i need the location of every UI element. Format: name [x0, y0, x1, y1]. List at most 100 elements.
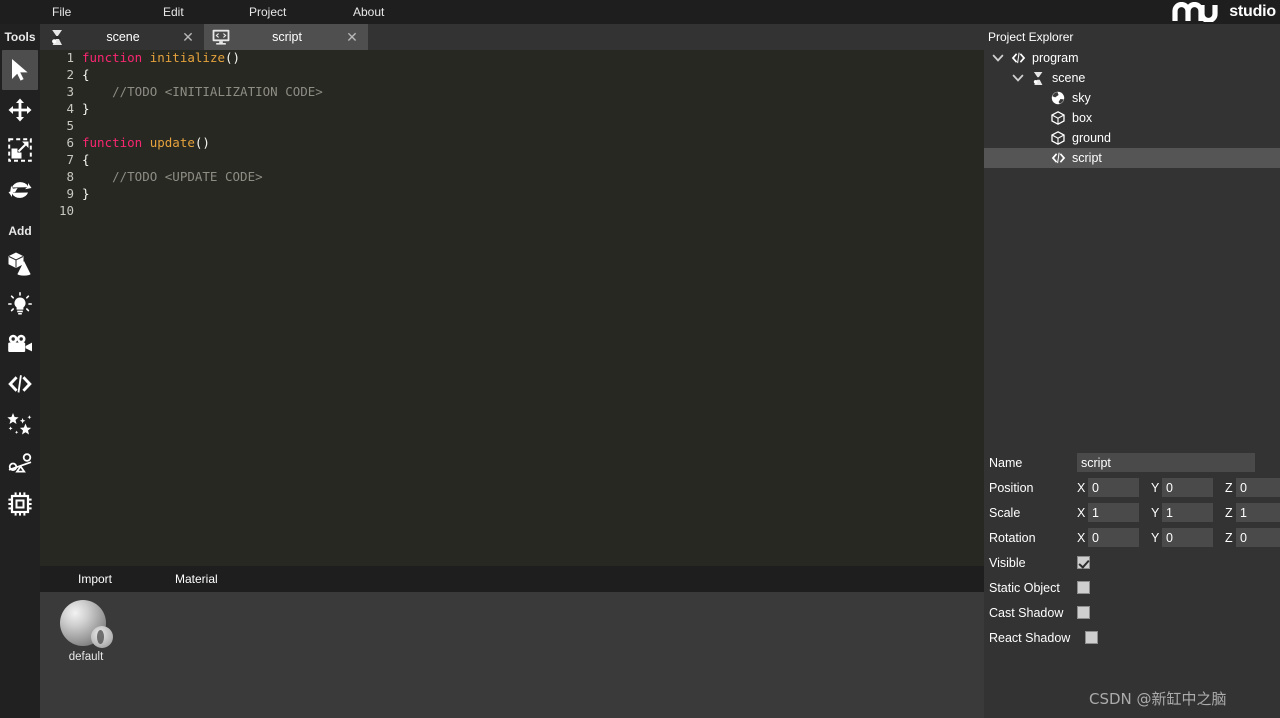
app-logo: studio	[1172, 0, 1280, 24]
menu-about[interactable]: About	[345, 0, 392, 24]
tree-node-scene[interactable]: scene	[984, 68, 1280, 88]
rotation-vector: X0 Y0 Z0	[1077, 528, 1280, 547]
asset-panel-body: default	[40, 592, 984, 718]
static-object-label: Static Object	[989, 580, 1060, 595]
menu-edit[interactable]: Edit	[155, 0, 192, 24]
tree-node-label: scene	[1052, 71, 1086, 85]
select-tool-button[interactable]	[2, 50, 38, 90]
tab-import[interactable]: Import	[68, 566, 122, 592]
logo-text: studio	[1229, 3, 1276, 20]
code-line: 2{	[40, 67, 984, 84]
add-camera-button[interactable]	[2, 324, 38, 364]
property-row-rotation: Rotation X0 Y0 Z0	[984, 525, 1280, 550]
project-explorer: Project Explorer program scene sky box groun…	[984, 24, 1280, 446]
rotation-x-input[interactable]: 0	[1088, 528, 1139, 547]
script-monitor-icon	[210, 29, 232, 45]
property-row-visible: Visible	[984, 550, 1280, 575]
scale-x-input[interactable]: 1	[1088, 503, 1139, 522]
code-token: {	[82, 67, 90, 82]
camera-icon	[7, 334, 33, 354]
position-z-input[interactable]: 0	[1236, 478, 1280, 497]
code-line-text: {	[82, 152, 984, 169]
project-explorer-title: Project Explorer	[988, 30, 1074, 44]
tree-node-label: program	[1032, 51, 1079, 65]
position-label: Position	[989, 480, 1034, 495]
code-line-text: //TODO <INITIALIZATION CODE>	[82, 84, 984, 101]
position-x-input[interactable]: 0	[1088, 478, 1139, 497]
property-row-name: Name script	[984, 450, 1280, 475]
tab-scene-label: scene	[106, 30, 140, 44]
tools-section-label: Tools	[4, 30, 36, 44]
add-light-button[interactable]	[2, 284, 38, 324]
position-vector: X0 Y0 Z0	[1077, 478, 1280, 497]
tree-node-label: sky	[1072, 91, 1091, 105]
tab-scene[interactable]: scene ✕	[40, 24, 204, 50]
tab-material[interactable]: Material	[165, 566, 228, 592]
move-tool-button[interactable]	[2, 90, 38, 130]
code-editor[interactable]: 1 function initialize() 2{3 //TODO <INITIA…	[40, 50, 984, 566]
rotate-tool-button[interactable]	[2, 170, 38, 210]
visible-label: Visible	[989, 555, 1026, 570]
chevron-down-icon[interactable]	[1008, 72, 1028, 84]
chevron-down-icon[interactable]	[988, 52, 1008, 64]
tab-script[interactable]: script ✕	[204, 24, 368, 50]
cube-icon	[1048, 111, 1068, 125]
app-window: File Edit Project About studio Tools Add…	[0, 0, 1280, 718]
add-particles-button[interactable]	[2, 404, 38, 444]
code-line: 3 //TODO <INITIALIZATION CODE>	[40, 84, 984, 101]
cast-shadow-checkbox[interactable]	[1077, 606, 1090, 619]
scale-z-input[interactable]: 1	[1236, 503, 1280, 522]
position-y-input[interactable]: 0	[1162, 478, 1213, 497]
scale-y-axis: Y	[1151, 505, 1160, 520]
static-object-checkbox[interactable]	[1077, 581, 1090, 594]
code-line: 4}	[40, 101, 984, 118]
code-line-text: {	[82, 67, 984, 84]
add-physics-button[interactable]	[2, 444, 38, 484]
menu-file[interactable]: File	[44, 0, 79, 24]
react-shadow-label: React Shadow	[989, 630, 1071, 645]
tree-node-label: box	[1072, 111, 1093, 125]
line-number: 1	[66, 50, 74, 65]
menu-project[interactable]: Project	[241, 0, 294, 24]
rotation-x-axis: X	[1077, 530, 1086, 545]
react-shadow-checkbox[interactable]	[1085, 631, 1098, 644]
tab-scene-close-icon[interactable]: ✕	[178, 24, 198, 50]
add-shape-button[interactable]	[2, 244, 38, 284]
scale-y-input[interactable]: 1	[1162, 503, 1213, 522]
code-token: {	[82, 152, 90, 167]
position-x-axis: X	[1077, 480, 1086, 495]
code-token: ()	[225, 50, 241, 65]
tree-node-ground[interactable]: ground	[984, 128, 1280, 148]
light-bulb-icon	[8, 292, 32, 316]
rotation-y-input[interactable]: 0	[1162, 528, 1213, 547]
scale-tool-button[interactable]	[2, 130, 38, 170]
tree-node-box[interactable]: box	[984, 108, 1280, 128]
line-number: 3	[66, 84, 74, 99]
scene-icon	[46, 29, 68, 46]
tree-node-label: script	[1072, 151, 1102, 165]
name-input[interactable]: script	[1077, 453, 1255, 472]
code-line-text	[82, 118, 984, 135]
code-brackets-icon	[7, 374, 33, 394]
add-component-button[interactable]	[2, 484, 38, 524]
code-brackets-icon	[1008, 52, 1028, 64]
code-line: 6 function update()	[40, 135, 984, 152]
material-badge-icon	[91, 626, 113, 648]
line-number: 6	[66, 135, 74, 150]
rotate-icon	[8, 179, 32, 201]
sky-globe-icon	[1048, 91, 1068, 105]
rotation-label: Rotation	[989, 530, 1036, 545]
tree-node-script[interactable]: script	[984, 148, 1280, 168]
tree-node-program[interactable]: program	[984, 48, 1280, 68]
left-toolbar: Tools Add	[0, 24, 40, 718]
rotation-z-axis: Z	[1225, 530, 1233, 545]
properties-panel: Name script Position X0 Y0 Z0 Scale X1 Y…	[984, 446, 1280, 718]
visible-checkbox[interactable]	[1077, 556, 1090, 569]
tree-node-sky[interactable]: sky	[984, 88, 1280, 108]
add-script-button[interactable]	[2, 364, 38, 404]
rotation-z-input[interactable]: 0	[1236, 528, 1280, 547]
code-line-text	[82, 203, 984, 220]
property-row-scale: Scale X1 Y1 Z1	[984, 500, 1280, 525]
tab-script-close-icon[interactable]: ✕	[342, 24, 362, 50]
asset-item-default[interactable]: default	[50, 598, 122, 663]
